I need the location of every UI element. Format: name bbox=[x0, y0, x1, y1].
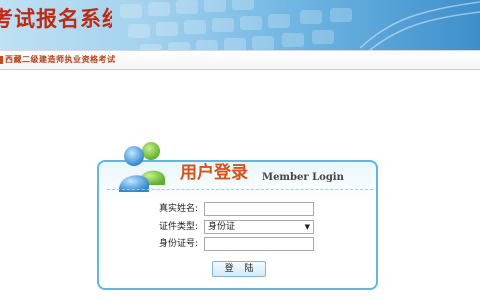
login-subtitle: Member Login bbox=[262, 172, 344, 183]
id-type-select[interactable]: 身份证 ▼ bbox=[204, 220, 314, 234]
login-title: 用户登录 bbox=[180, 163, 248, 183]
name-input[interactable] bbox=[204, 202, 314, 216]
id-number-label: 身份证号: bbox=[158, 239, 198, 249]
name-label: 真实姓名: bbox=[158, 204, 198, 214]
bullet-icon bbox=[0, 56, 3, 64]
login-button[interactable]: 登 陆 bbox=[212, 261, 266, 277]
exam-title: 西藏二级建造师执业资格考试 bbox=[5, 55, 116, 64]
header-banner: 考试报名系统 bbox=[0, 0, 480, 50]
system-title: 考试报名系统 bbox=[0, 6, 112, 31]
subheader-bar: 西藏二级建造师执业资格考试 bbox=[0, 50, 480, 70]
id-type-label: 证件类型: bbox=[158, 222, 198, 232]
id-type-value: 身份证 bbox=[208, 222, 236, 232]
divider bbox=[107, 189, 373, 190]
chevron-down-icon: ▼ bbox=[304, 223, 310, 231]
user-group-icon bbox=[118, 142, 165, 192]
id-number-input[interactable] bbox=[204, 237, 314, 251]
